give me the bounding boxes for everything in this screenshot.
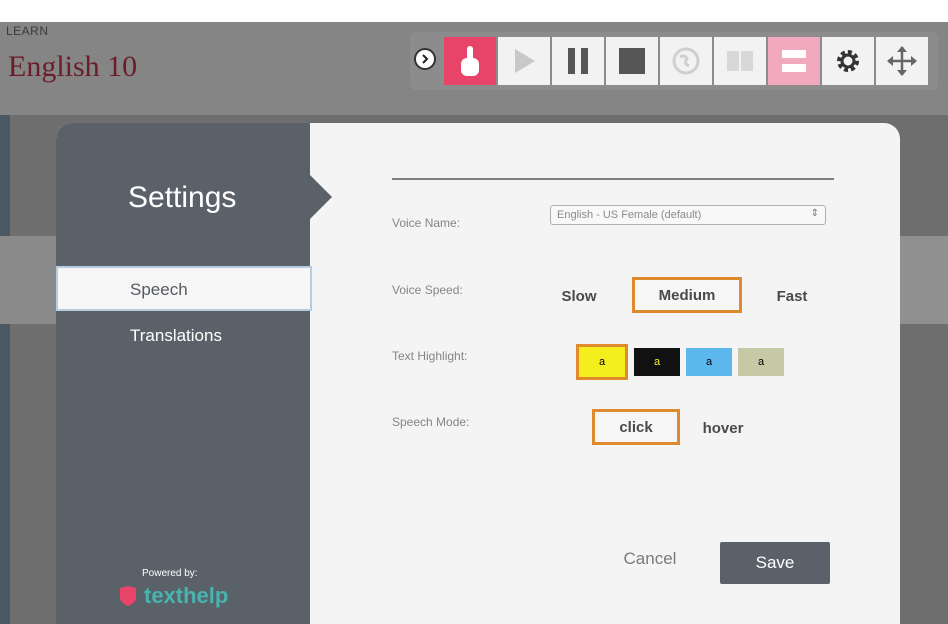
pause-button[interactable] bbox=[552, 37, 604, 85]
save-button[interactable]: Save bbox=[720, 542, 830, 584]
stop-button[interactable] bbox=[606, 37, 658, 85]
nav-item-speech[interactable]: Speech bbox=[56, 266, 312, 311]
highlight-yellow-option[interactable]: a bbox=[576, 344, 628, 380]
pause-icon bbox=[568, 48, 588, 74]
speed-medium-option[interactable]: Medium bbox=[632, 277, 742, 313]
settings-dialog: Settings Speech Translations Powered by:… bbox=[56, 123, 900, 624]
screen-mask-button[interactable] bbox=[768, 37, 820, 85]
mode-hover-option[interactable]: hover bbox=[690, 413, 756, 443]
nav-item-speech-label: Speech bbox=[130, 280, 188, 299]
highlight-olive-option[interactable]: a bbox=[738, 348, 784, 376]
voice-name-select[interactable]: English - US Female (default) ⇕ bbox=[550, 205, 826, 225]
screen-mask-icon bbox=[782, 50, 806, 72]
translate-button[interactable] bbox=[660, 37, 712, 85]
settings-title: Settings bbox=[128, 181, 237, 214]
shield-icon bbox=[120, 586, 136, 606]
brand-name: texthelp bbox=[144, 583, 229, 608]
click-mode-button[interactable] bbox=[444, 37, 496, 85]
mode-click-option[interactable]: click bbox=[592, 409, 680, 445]
voice-name-value: English - US Female (default) bbox=[557, 209, 702, 221]
select-arrows-icon: ⇕ bbox=[810, 208, 819, 219]
cancel-button[interactable]: Cancel bbox=[612, 541, 688, 577]
move-button[interactable] bbox=[876, 37, 928, 85]
stop-icon bbox=[619, 48, 645, 74]
section-label: LEARN bbox=[6, 24, 49, 38]
play-icon bbox=[515, 49, 535, 73]
page-title: English 10 bbox=[8, 50, 138, 83]
speech-mode-label: Speech Mode: bbox=[392, 415, 470, 429]
sidebar-pointer bbox=[310, 175, 332, 219]
left-edge-strip bbox=[0, 115, 10, 624]
background-panel-left bbox=[0, 236, 62, 324]
globe-icon bbox=[672, 47, 700, 75]
powered-by-label: Powered by: bbox=[142, 568, 198, 579]
move-arrows-icon bbox=[887, 46, 917, 76]
brand-logo: texthelp bbox=[118, 583, 228, 609]
background-panel-right bbox=[900, 236, 948, 324]
highlight-black-option[interactable]: a bbox=[634, 348, 680, 376]
text-highlight-label: Text Highlight: bbox=[392, 349, 468, 363]
dictionary-button[interactable] bbox=[714, 37, 766, 85]
nav-item-translations[interactable]: Translations bbox=[130, 326, 222, 346]
gear-icon bbox=[837, 50, 859, 72]
play-button[interactable] bbox=[498, 37, 550, 85]
content-divider bbox=[392, 178, 834, 180]
highlight-blue-option[interactable]: a bbox=[686, 348, 732, 376]
book-icon bbox=[727, 51, 753, 71]
settings-button[interactable] bbox=[822, 37, 874, 85]
speed-slow-option[interactable]: Slow bbox=[544, 281, 614, 311]
chevron-right-circle-icon[interactable] bbox=[414, 48, 436, 70]
voice-name-label: Voice Name: bbox=[392, 216, 461, 230]
reading-toolbar bbox=[410, 32, 938, 90]
voice-speed-label: Voice Speed: bbox=[392, 283, 463, 297]
settings-sidebar: Settings Speech Translations Powered by:… bbox=[56, 123, 312, 624]
pointer-hand-icon bbox=[461, 46, 479, 76]
speed-fast-option[interactable]: Fast bbox=[756, 281, 828, 311]
